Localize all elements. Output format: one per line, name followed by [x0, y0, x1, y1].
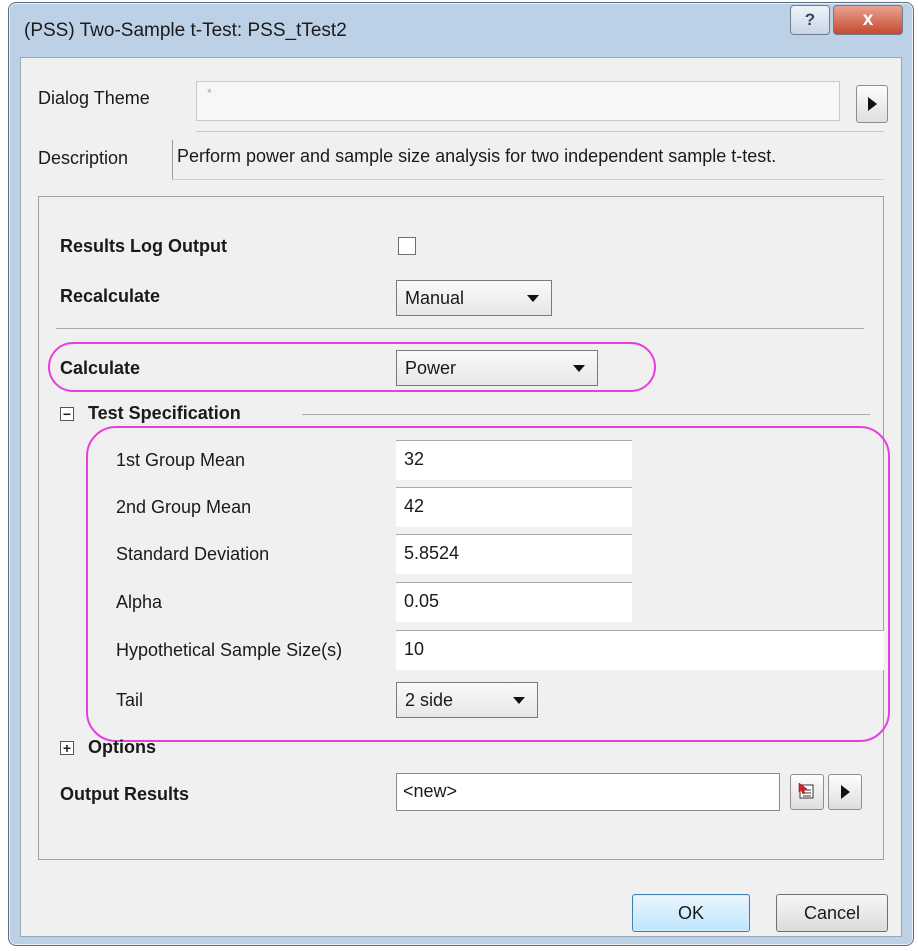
theme-separator [196, 131, 884, 132]
output-results-menu-button[interactable] [828, 774, 862, 810]
test-spec-separator [302, 414, 870, 415]
expand-icon[interactable]: + [60, 741, 74, 755]
results-log-output-label: Results Log Output [60, 236, 227, 256]
ok-button[interactable]: OK [632, 894, 750, 932]
dialog-theme-field[interactable]: * [196, 81, 840, 121]
help-icon: ? [804, 10, 816, 29]
range-select-button[interactable] [790, 774, 824, 810]
results-log-output-checkbox[interactable] [398, 237, 416, 255]
window-title: (PSS) Two-Sample t-Test: PSS_tTest2 [24, 20, 347, 41]
arrow-right-icon [867, 97, 877, 111]
close-icon: x [862, 9, 874, 30]
chevron-down-icon [527, 295, 539, 302]
close-button[interactable]: x [833, 5, 903, 35]
help-button[interactable]: ? [790, 5, 830, 35]
output-results-label: Output Results [60, 784, 189, 804]
description-text: Perform power and sample size analysis f… [172, 140, 884, 180]
description-label: Description [38, 148, 129, 168]
dialog-theme-menu-button[interactable] [856, 85, 888, 123]
recalculate-dropdown[interactable]: Manual [396, 280, 552, 316]
options-header[interactable]: Options [88, 737, 156, 758]
settings-separator [56, 328, 864, 329]
test-specification-header[interactable]: Test Specification [88, 403, 241, 424]
recalculate-label: Recalculate [60, 286, 161, 306]
calculate-highlight [48, 342, 656, 392]
recalculate-value: Manual [405, 288, 465, 308]
cancel-button[interactable]: Cancel [776, 894, 888, 932]
test-spec-highlight [86, 426, 890, 742]
arrow-right-icon [840, 785, 850, 799]
output-results-field[interactable]: <new> [396, 773, 780, 811]
select-range-icon [798, 782, 814, 799]
dialog-theme-label: Dialog Theme [38, 88, 150, 108]
collapse-icon[interactable]: − [60, 407, 74, 421]
